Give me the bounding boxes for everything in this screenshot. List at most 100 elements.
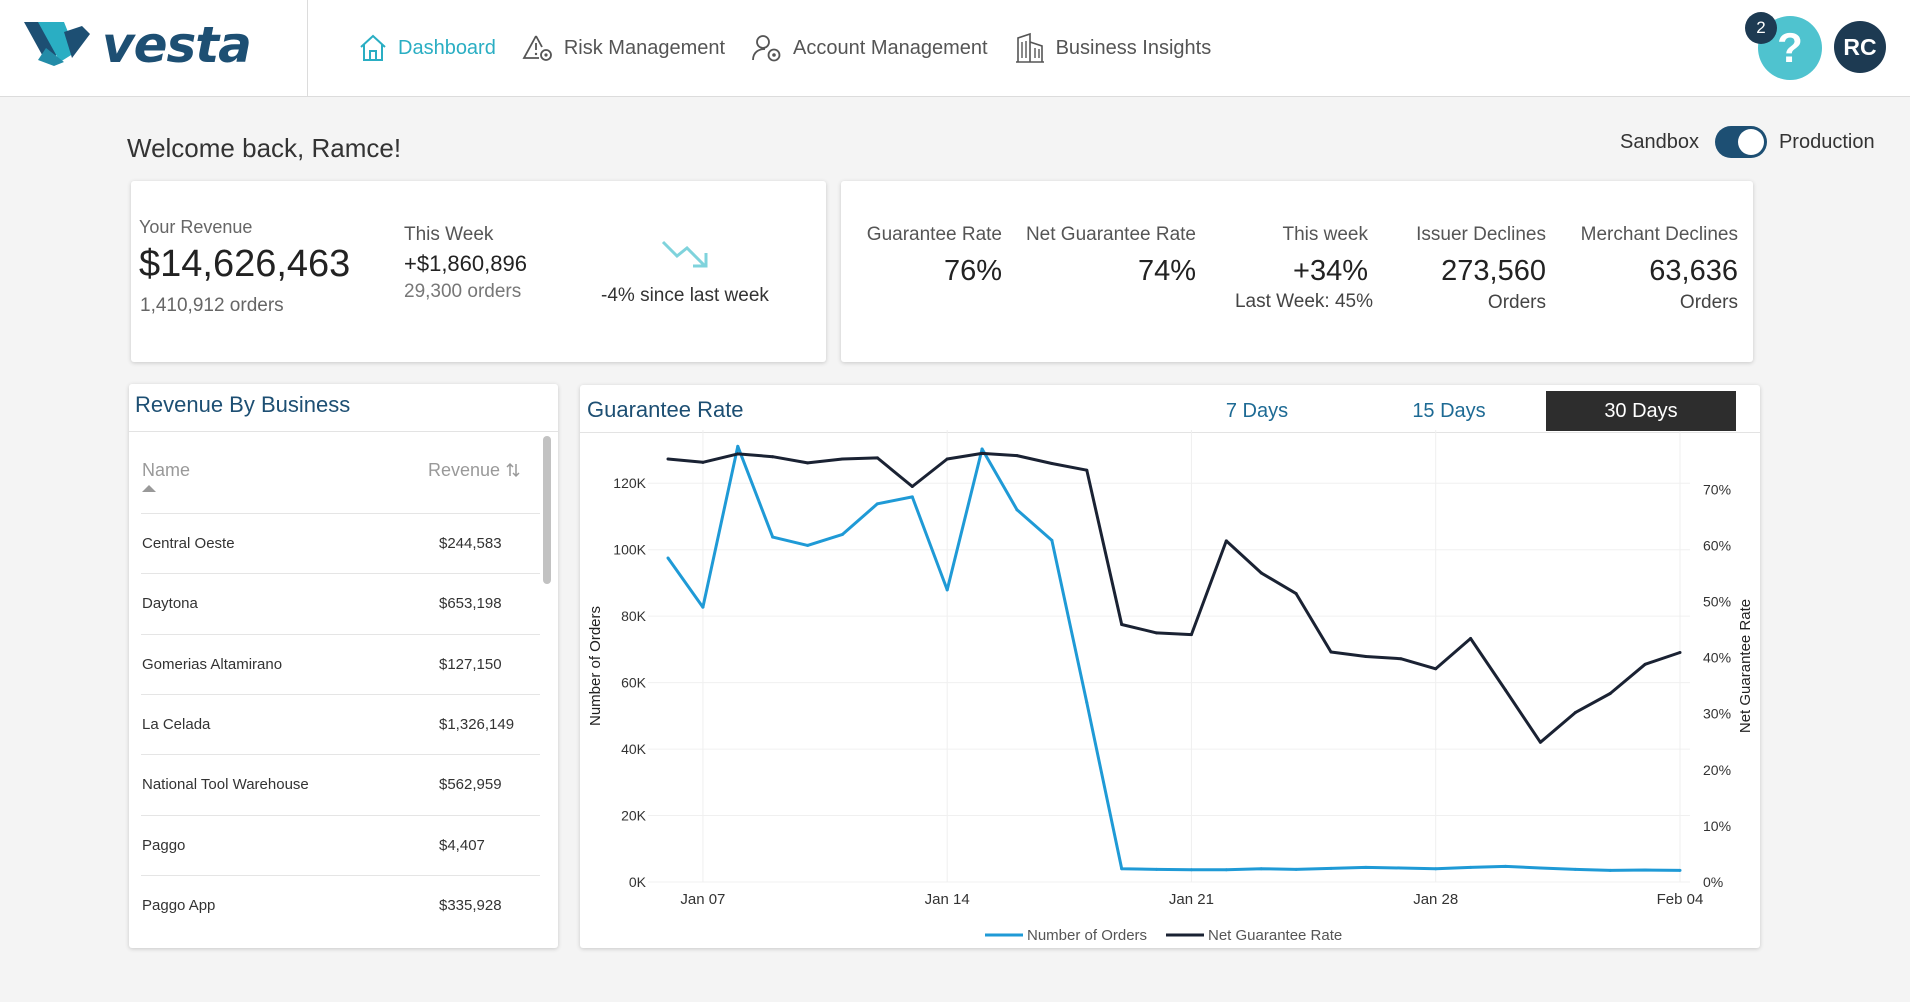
trend-icon	[661, 240, 708, 268]
business-revenue: $4,407	[439, 836, 485, 854]
vesta-logo-mark-icon	[24, 22, 90, 66]
business-name: Paggo	[142, 836, 186, 854]
account-icon	[752, 35, 781, 62]
guarantee-rate-label: Guarantee Rate	[866, 224, 1002, 245]
net-guarantee-label: Net Guarantee Rate	[1025, 224, 1196, 245]
data-point	[666, 556, 670, 560]
issuer-declines-stat: Issuer Declines 273,560 Orders	[1416, 224, 1546, 314]
data-point	[1434, 667, 1438, 671]
y-right-tick-label: 30%	[1703, 706, 1731, 722]
revenue-card: Your Revenue $14,626,463 1,410,912 order…	[131, 181, 826, 362]
data-point	[1189, 633, 1193, 637]
data-point	[1364, 654, 1368, 658]
header-divider	[307, 0, 308, 96]
last-week-stat: Last Week: 45%	[1235, 291, 1373, 313]
series-line-orders	[666, 444, 1681, 872]
main-nav: Dashboard Risk Management Account Manage…	[358, 26, 1237, 70]
y-left-tick-label: 100K	[613, 542, 646, 558]
switch-knob	[1737, 129, 1764, 155]
data-point	[1469, 637, 1473, 641]
data-point	[736, 452, 740, 456]
table-row[interactable]: National Tool Warehouse $562,959	[141, 754, 540, 814]
data-point	[1050, 538, 1054, 542]
merchant-declines-stat: Merchant Declines 63,636 Orders	[1581, 224, 1738, 314]
trend-text: -4% since last week	[601, 285, 769, 306]
nav-risk-label: Risk Management	[563, 36, 726, 59]
table-row[interactable]: Paggo App $335,928	[141, 874, 540, 935]
guarantee-rate-stat: Guarantee Rate 76%	[867, 224, 1002, 288]
legend-label: Number of Orders	[1027, 927, 1147, 944]
data-point	[1329, 866, 1333, 870]
data-point	[1538, 866, 1542, 870]
data-point	[840, 457, 844, 461]
data-point	[1643, 868, 1647, 872]
data-point	[945, 457, 949, 461]
tab-15-days[interactable]: 15 Days	[1380, 391, 1518, 431]
data-point	[1155, 867, 1159, 871]
data-point	[1364, 865, 1368, 869]
table-row[interactable]: Paggo $4,407	[141, 814, 540, 875]
scrollbar-thumb[interactable]	[543, 436, 551, 584]
nav-account-management[interactable]: Account Management	[751, 33, 988, 63]
table-row[interactable]: Daytona $653,198	[141, 573, 540, 633]
column-header-revenue-label: Revenue	[428, 460, 501, 480]
table-row[interactable]: Central Oeste $244,583	[141, 513, 540, 573]
last-week-label: Last Week:	[1234, 291, 1330, 312]
y-right-tick-label: 20%	[1703, 762, 1731, 778]
revenue-by-business-card: Revenue By Business Name Revenue Central…	[129, 384, 558, 948]
title-divider	[129, 431, 558, 432]
x-tick-label: Jan 14	[925, 891, 970, 908]
business-name: Central Oeste	[142, 535, 235, 552]
table-row[interactable]: Gomerias Altamirano $127,150	[141, 633, 540, 694]
top-bar: vesta Dashboard Risk Management Account …	[0, 0, 1910, 97]
last-week-value: 45%	[1334, 291, 1373, 312]
business-revenue: $562,959	[439, 776, 502, 794]
this-week-rate-label: This week	[1282, 224, 1368, 245]
revenue-label: Your Revenue	[139, 217, 253, 237]
data-point	[771, 455, 775, 459]
sort-both-icon	[506, 462, 520, 478]
x-tick-label: Jan 07	[680, 891, 725, 908]
y-right-tick-label: 0%	[1703, 874, 1723, 890]
this-week-label: This Week	[404, 224, 494, 245]
data-point	[806, 461, 810, 465]
data-point	[910, 495, 914, 499]
data-point	[701, 460, 705, 464]
business-name: Gomerias Altamirano	[142, 655, 283, 673]
business-revenue: $1,326,149	[439, 715, 515, 733]
tab-30-days[interactable]: 30 Days	[1546, 391, 1736, 431]
data-point	[1608, 691, 1612, 695]
data-point	[1224, 868, 1228, 872]
data-point	[1085, 468, 1089, 472]
business-revenue: $653,198	[439, 595, 502, 613]
sandbox-label: Sandbox	[1620, 130, 1699, 153]
y-left-tick-label: 60K	[621, 675, 647, 691]
environment-switch[interactable]	[1714, 126, 1767, 158]
column-header-revenue[interactable]: Revenue	[428, 460, 521, 481]
x-tick-label: Feb 04	[1657, 891, 1704, 908]
legend-label: Net Guarantee Rate	[1208, 927, 1342, 944]
business-name: National Tool Warehouse	[142, 776, 309, 794]
nav-dashboard[interactable]: Dashboard	[358, 33, 496, 63]
vesta-logo[interactable]: vesta	[24, 16, 314, 78]
data-point	[1050, 461, 1054, 465]
data-point	[945, 588, 949, 592]
y-right-tick-label: 60%	[1703, 537, 1731, 553]
y-right-tick-label: 70%	[1703, 481, 1731, 497]
column-header-name[interactable]: Name	[142, 460, 190, 481]
last-week-text: Last Week: 45%	[1235, 291, 1373, 313]
nav-business-insights[interactable]: Business Insights	[1014, 32, 1211, 64]
table-row[interactable]: La Celada $1,326,149	[141, 693, 540, 754]
welcome-message: Welcome back, Ramce!	[127, 133, 402, 163]
nav-risk-management[interactable]: Risk Management	[522, 33, 725, 63]
data-point	[1504, 688, 1508, 692]
data-point	[1294, 592, 1298, 596]
tab-7-days[interactable]: 7 Days	[1190, 391, 1324, 431]
data-point	[806, 543, 810, 547]
sort-ascending-icon[interactable]	[142, 485, 156, 492]
business-name: Daytona	[142, 595, 198, 613]
y-left-tick-label: 40K	[621, 741, 647, 757]
logo-text: vesta	[102, 16, 252, 74]
avatar[interactable]: RC	[1834, 21, 1886, 73]
building-icon	[1015, 32, 1044, 63]
